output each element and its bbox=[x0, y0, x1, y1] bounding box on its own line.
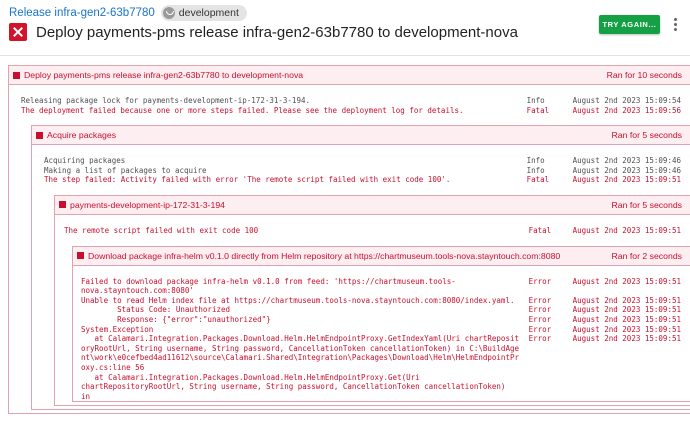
failed-status-icon bbox=[9, 23, 27, 41]
log-message: at Calamari.Integration.Packages.Downloa… bbox=[81, 372, 510, 401]
log-timestamp: August 2nd 2023 15:09:51 bbox=[572, 324, 681, 334]
environment-chip[interactable]: development bbox=[160, 5, 247, 21]
log-level: Error bbox=[528, 314, 552, 324]
log-timestamp: August 2nd 2023 15:09:51 bbox=[572, 334, 681, 344]
log-block-acquire-packages: Acquire packages Ran for 5 seconds Acqui… bbox=[31, 125, 690, 411]
expand-toggle-icon[interactable] bbox=[13, 71, 20, 79]
log-block-header[interactable]: Download package infra-helm v0.1.0 direc… bbox=[73, 246, 690, 266]
log-level: Fatal bbox=[526, 105, 550, 115]
log-message: The step failed: Activity failed with er… bbox=[44, 175, 451, 185]
log-block-duration: Ran for 5 seconds bbox=[611, 130, 682, 141]
log-message: at Calamari.Integration.Packages.Downloa… bbox=[81, 334, 519, 372]
overflow-menu-icon[interactable] bbox=[670, 17, 680, 32]
log-line: The remote script failed with exit code … bbox=[64, 226, 690, 236]
log-level: Info bbox=[526, 96, 545, 105]
log-line: Releasing package lock for payments-deve… bbox=[21, 96, 690, 106]
log-line: Acquiring packages Info August 2nd 2023 … bbox=[44, 156, 690, 166]
log-message: Response: {"error":"unauthorized"} bbox=[81, 314, 271, 324]
log-block-header[interactable]: Deploy payments-pms release infra-gen2-6… bbox=[9, 66, 690, 85]
log-timestamp: August 2nd 2023 15:09:51 bbox=[572, 314, 681, 324]
log-message: The remote script failed with exit code … bbox=[64, 225, 259, 235]
try-again-button[interactable]: TRY AGAIN... bbox=[599, 15, 660, 34]
log-line: The step failed: Activity failed with er… bbox=[44, 175, 690, 185]
log-line: Response: {"error":"unauthorized"} Error… bbox=[81, 315, 690, 325]
log-block-duration: Ran for 10 seconds bbox=[606, 70, 682, 80]
page-title: Deploy payments-pms release infra-gen2-6… bbox=[36, 23, 518, 41]
page-header: Deploy payments-pms release infra-gen2-6… bbox=[9, 23, 518, 41]
log-message: System.Exception bbox=[81, 324, 154, 334]
breadcrumb: Release infra-gen2-63b7780 development bbox=[9, 5, 247, 21]
log-line: Failed to download package infra-helm v0… bbox=[81, 277, 690, 296]
log-level: Fatal bbox=[526, 175, 550, 185]
log-timestamp: August 2nd 2023 15:09:46 bbox=[572, 165, 681, 175]
log-message: Unable to read Helm index file at https:… bbox=[81, 295, 515, 305]
log-block-target: payments-development-ip-172-31-3-194 Ran… bbox=[54, 194, 690, 407]
log-line: Making a list of packages to acquire Inf… bbox=[44, 166, 690, 176]
log-timestamp: August 2nd 2023 15:09:51 bbox=[572, 276, 681, 286]
log-block-download-package: Download package infra-helm v0.1.0 direc… bbox=[72, 245, 690, 403]
log-line: at Calamari.Integration.Packages.Downloa… bbox=[81, 334, 690, 372]
log-block-title: payments-development-ip-172-31-3-194 bbox=[70, 199, 226, 210]
log-level bbox=[521, 373, 565, 402]
log-timestamp: August 2nd 2023 15:09:56 bbox=[572, 105, 681, 115]
log-line: System.Exception Error August 2nd 2023 1… bbox=[81, 325, 690, 335]
log-timestamp: August 2nd 2023 15:09:51 bbox=[572, 305, 681, 315]
expand-toggle-icon[interactable] bbox=[36, 131, 43, 139]
expand-toggle-icon[interactable] bbox=[77, 252, 84, 260]
log-timestamp: August 2nd 2023 15:09:54 bbox=[572, 96, 681, 105]
log-lines: Failed to download package infra-helm v0… bbox=[73, 266, 690, 402]
log-message: The deployment failed because one or mor… bbox=[21, 105, 464, 115]
release-link[interactable]: Release infra-gen2-63b7780 bbox=[9, 7, 155, 19]
log-line: at Calamari.Integration.Packages.Downloa… bbox=[81, 373, 690, 402]
log-block-duration: Ran for 5 seconds bbox=[611, 199, 682, 210]
log-line: The deployment failed because one or mor… bbox=[21, 106, 690, 116]
log-block-header[interactable]: Acquire packages Ran for 5 seconds bbox=[32, 126, 690, 146]
log-line: Status Code: Unauthorized Error August 2… bbox=[81, 305, 690, 315]
log-level: Error bbox=[528, 334, 552, 344]
log-message: Acquiring packages bbox=[44, 156, 126, 166]
log-message: Releasing package lock for payments-deve… bbox=[21, 96, 310, 105]
log-lines: Acquiring packages Info August 2nd 2023 … bbox=[32, 145, 690, 409]
log-level: Info bbox=[526, 165, 545, 175]
log-level: Info bbox=[526, 156, 545, 166]
log-lines: The remote script failed with exit code … bbox=[55, 215, 690, 405]
log-lines: Releasing package lock for payments-deve… bbox=[9, 85, 690, 413]
log-level: Error bbox=[528, 305, 552, 315]
log-block-title: Download package infra-helm v0.1.0 direc… bbox=[88, 250, 561, 261]
log-message: Making a list of packages to acquire bbox=[44, 165, 207, 175]
log-block-title: Acquire packages bbox=[47, 130, 117, 141]
environment-label: development bbox=[178, 7, 239, 19]
log-timestamp: August 2nd 2023 15:09:51 bbox=[572, 225, 681, 235]
log-block-deploy: Deploy payments-pms release infra-gen2-6… bbox=[8, 65, 690, 415]
header-divider bbox=[0, 55, 690, 56]
log-timestamp: August 2nd 2023 15:09:51 bbox=[572, 175, 681, 185]
environment-icon bbox=[162, 7, 175, 19]
log-line: Unable to read Helm index file at https:… bbox=[81, 296, 690, 306]
log-level: Error bbox=[528, 276, 552, 286]
log-block-duration: Ran for 2 seconds bbox=[611, 250, 682, 261]
log-block-title: Deploy payments-pms release infra-gen2-6… bbox=[24, 70, 304, 80]
log-level: Error bbox=[528, 295, 552, 305]
log-block-header[interactable]: payments-development-ip-172-31-3-194 Ran… bbox=[55, 195, 690, 215]
log-timestamp: August 2nd 2023 15:09:51 bbox=[572, 295, 681, 305]
log-message: Status Code: Unauthorized bbox=[81, 305, 231, 315]
log-timestamp bbox=[565, 373, 690, 402]
log-timestamp: August 2nd 2023 15:09:46 bbox=[572, 156, 681, 166]
expand-toggle-icon[interactable] bbox=[59, 201, 66, 209]
log-level: Fatal bbox=[528, 225, 552, 235]
log-message: Failed to download package infra-helm v0… bbox=[81, 276, 456, 296]
log-level: Error bbox=[528, 324, 552, 334]
task-log: Deploy payments-pms release infra-gen2-6… bbox=[8, 65, 690, 435]
